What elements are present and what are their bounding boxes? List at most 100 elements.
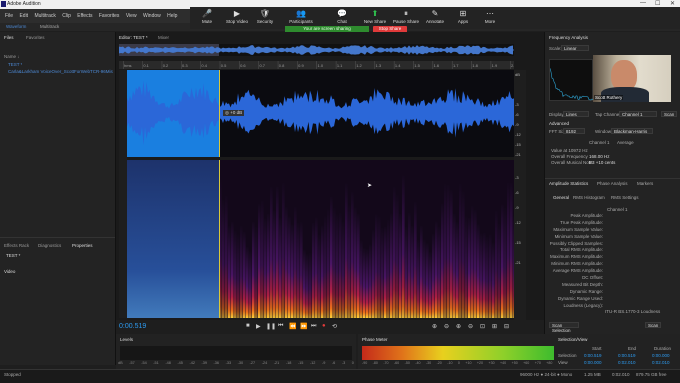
rewind-icon[interactable]: ⏪ xyxy=(289,323,296,330)
advanced-toggle[interactable]: Advanced xyxy=(549,121,569,126)
subtab-rms-settings[interactable]: RMS Settings xyxy=(611,195,639,200)
stop-icon[interactable]: ■ xyxy=(246,323,250,329)
spectral-column xyxy=(378,216,381,318)
status-bar: Stopped 96000 Hz ● 24-bit ● Mono 1.25 MB… xyxy=(0,369,680,383)
time-ruler[interactable]: hms 0.1 0.2 0.3 0.4 0.5 0.6 0.7 0.8 0.9 1.0 1.1 1.2 1… xyxy=(119,61,517,69)
scan-selection-button[interactable]: Scan Selection xyxy=(549,322,579,333)
spectral-display[interactable]: ➤ xyxy=(127,160,516,318)
frequency-graph[interactable] xyxy=(549,59,595,101)
volume-hud[interactable]: ◎ +0 dB xyxy=(223,110,245,116)
disk-free: 879.75 GB free xyxy=(636,372,667,377)
tab-mixer[interactable]: Mixer xyxy=(158,35,169,40)
tap-channel-select[interactable]: Channel 1 xyxy=(619,111,657,117)
tab-diagnostics[interactable]: Diagnostics xyxy=(38,243,61,248)
scan-stats-button[interactable]: Scan xyxy=(645,322,661,328)
subtab-rms-histogram[interactable]: RMS Histogram xyxy=(573,195,605,200)
fast-forward-icon[interactable]: ⏩ xyxy=(300,323,307,330)
spectral-column xyxy=(468,217,471,318)
selection-end[interactable]: 0:00.519 xyxy=(618,353,636,358)
more-button[interactable]: ⋯ More xyxy=(473,8,507,28)
spectral-column xyxy=(255,226,258,318)
ruler-label: 1.5 xyxy=(414,63,420,68)
waveform-display[interactable]: ◎ +0 dB xyxy=(127,70,514,157)
minimize-button[interactable]: — xyxy=(640,0,646,6)
spectral-column xyxy=(510,182,513,318)
tab-favorites[interactable]: Favorites xyxy=(26,35,45,40)
tab-effects-rack[interactable]: Effects Rack xyxy=(4,243,29,248)
zoom-full-icon[interactable]: ⊡ xyxy=(480,323,485,330)
menu-clip[interactable]: Clip xyxy=(62,13,71,19)
new-share-button[interactable]: ⬆ New Share xyxy=(358,8,392,28)
menu-edit[interactable]: Edit xyxy=(19,13,28,19)
zoom-selection-icon[interactable]: ⊞ xyxy=(492,323,497,330)
ruler-tick xyxy=(277,61,279,69)
ruler-label: 2.0 xyxy=(511,63,514,68)
loop-icon[interactable]: ⟲ xyxy=(332,323,337,330)
spectral-column xyxy=(366,249,369,318)
spectral-column xyxy=(369,244,372,318)
tab-amplitude-statistics[interactable]: Amplitude Statistics xyxy=(549,181,588,186)
spectral-column xyxy=(432,233,435,318)
menu-window[interactable]: Window xyxy=(143,13,161,19)
menu-multitrack[interactable]: Multitrack xyxy=(34,13,55,19)
skip-back-icon[interactable]: ⏮ xyxy=(278,323,283,330)
spectral-column xyxy=(222,199,225,318)
zoom-out-amplitude-icon[interactable]: ⊖ xyxy=(444,323,449,330)
skip-forward-icon[interactable]: ⏭ xyxy=(311,323,316,330)
menu-view[interactable]: View xyxy=(126,13,137,19)
play-icon[interactable]: ▶ xyxy=(256,323,261,330)
tab-files[interactable]: Files xyxy=(4,35,14,40)
spectral-column xyxy=(438,226,441,318)
spectral-column xyxy=(489,234,492,318)
record-icon[interactable]: ● xyxy=(322,323,326,329)
spectral-column xyxy=(429,251,432,318)
scale-select[interactable]: Linear xyxy=(561,45,589,51)
menu-help[interactable]: Help xyxy=(167,13,177,19)
ruler-tick xyxy=(374,61,376,69)
zoom-out-time-icon[interactable]: ⊖ xyxy=(468,323,473,330)
close-button[interactable]: ✕ xyxy=(670,0,675,7)
ruler-label: 0.2 xyxy=(163,63,169,68)
multitrack-view-button[interactable]: Multitrack xyxy=(40,24,59,29)
selection-duration[interactable]: 0:00.000 xyxy=(652,353,670,358)
chat-button[interactable]: 💬 Chat xyxy=(325,8,359,28)
webcam-video[interactable]: Scott Rothery xyxy=(593,55,671,102)
tab-editor[interactable]: Editor: TEST * xyxy=(119,35,148,40)
subtab-general[interactable]: General xyxy=(553,195,569,200)
security-button[interactable]: 🛡 Security xyxy=(248,8,282,28)
file-item-voiceover[interactable]: Carla&Larkham VoiceOver_ScottForWebTCR-9… xyxy=(8,69,113,74)
overview-waveform[interactable] xyxy=(119,44,514,56)
pause-icon[interactable]: ❚❚ xyxy=(266,323,276,330)
menu-file[interactable]: File xyxy=(5,13,13,19)
scan-button[interactable]: Scan xyxy=(661,111,677,117)
view-duration[interactable]: 0:02.010 xyxy=(652,360,670,365)
mic-icon: 🎤 xyxy=(202,9,212,18)
fft-size-select[interactable]: 8192 xyxy=(563,128,585,134)
menu-bar: File Edit Multitrack Clip Effects Favori… xyxy=(0,9,190,23)
spectral-column xyxy=(501,204,504,318)
view-start[interactable]: 0:00.000 xyxy=(584,360,602,365)
spectral-column xyxy=(477,224,480,318)
mute-button[interactable]: 🎤 Mute xyxy=(190,8,224,28)
ruler-tick xyxy=(258,61,259,69)
participants-button[interactable]: 👥 Participants xyxy=(284,8,318,28)
menu-favorites[interactable]: Favorites xyxy=(99,13,120,19)
window-select[interactable]: Blackman-Harris xyxy=(611,128,653,134)
tab-properties[interactable]: Properties xyxy=(72,243,93,248)
tab-phase-analysis[interactable]: Phase Analysis xyxy=(597,181,628,186)
spectral-column xyxy=(474,209,477,318)
selection-start[interactable]: 0:00.519 xyxy=(584,353,602,358)
zoom-playhead-icon[interactable]: ⊟ xyxy=(504,323,509,330)
display-select[interactable]: Lines xyxy=(563,111,589,117)
menu-effects[interactable]: Effects xyxy=(77,13,92,19)
maximize-button[interactable]: ☐ xyxy=(655,0,660,7)
zoom-in-amplitude-icon[interactable]: ⊕ xyxy=(432,323,437,330)
zoom-in-time-icon[interactable]: ⊕ xyxy=(456,323,461,330)
waveform-view-button[interactable]: Waveform xyxy=(6,24,26,29)
ruler-tick xyxy=(297,61,298,69)
tab-markers[interactable]: Markers xyxy=(637,181,653,186)
file-item-test[interactable]: TEST * xyxy=(8,62,22,67)
name-column-header[interactable]: Name ↓ xyxy=(4,54,20,59)
view-end[interactable]: 0:02.010 xyxy=(618,360,636,365)
spectral-column xyxy=(405,227,408,318)
